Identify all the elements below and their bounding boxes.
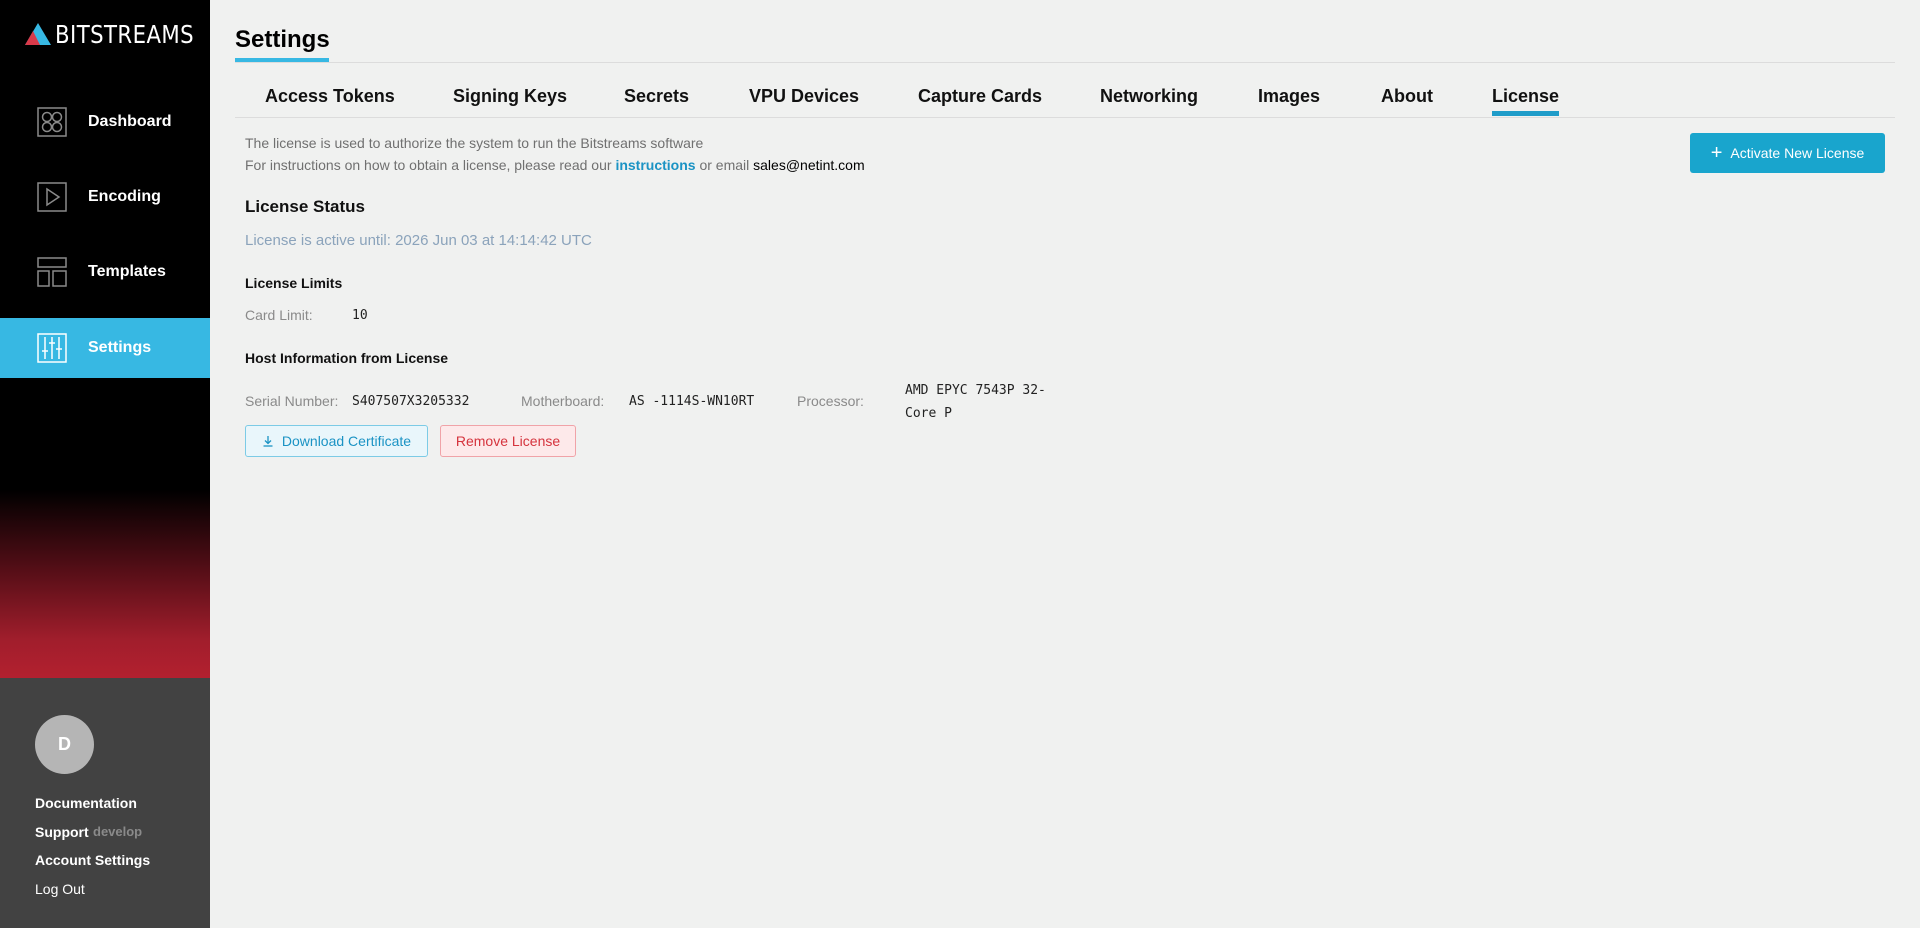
download-certificate-button[interactable]: Download Certificate: [245, 425, 428, 457]
tab-license[interactable]: License: [1492, 86, 1560, 116]
tab-about[interactable]: About: [1381, 86, 1433, 107]
sidebar-item-encoding[interactable]: Encoding: [0, 167, 210, 227]
dashboard-icon: [37, 107, 67, 137]
sidebar-item-templates[interactable]: Templates: [0, 242, 210, 302]
serial-number-label: Serial Number:: [245, 393, 339, 409]
motherboard-value: AS -1114S-WN10RT: [629, 394, 755, 409]
license-description: The license is used to authorize the sys…: [245, 135, 704, 151]
sidebar-item-label: Settings: [88, 339, 152, 356]
avatar[interactable]: D: [35, 715, 94, 774]
sidebar-gradient: [0, 490, 210, 678]
sidebar-item-label: Dashboard: [88, 113, 172, 130]
environment-tag: develop: [93, 824, 143, 839]
settings-tabs: Access Tokens Signing Keys Secrets VPU D…: [235, 86, 1895, 118]
page-title: Settings: [235, 26, 330, 53]
tab-signing-keys[interactable]: Signing Keys: [453, 86, 567, 107]
tab-images[interactable]: Images: [1258, 86, 1320, 107]
host-information-heading: Host Information from License: [245, 350, 449, 366]
activate-new-license-button[interactable]: + Activate New License: [1690, 133, 1885, 173]
download-button-label: Download Certificate: [281, 433, 412, 449]
tab-capture-cards[interactable]: Capture Cards: [918, 86, 1042, 107]
card-limit-label: Card Limit:: [245, 307, 313, 323]
layout-icon: [37, 257, 67, 287]
sliders-icon: [37, 333, 67, 363]
sidebar-user-panel: D Documentation Support develop Account …: [0, 678, 210, 928]
divider: [235, 62, 1895, 63]
sidebar-item-dashboard[interactable]: Dashboard: [0, 92, 210, 152]
brand-name: BITSTREAMS: [55, 19, 195, 49]
remove-license-button[interactable]: Remove License: [440, 425, 576, 457]
license-status-heading: License Status: [245, 197, 365, 216]
sidebar-item-label: Encoding: [88, 188, 161, 205]
activate-button-label: Activate New License: [1730, 145, 1865, 161]
download-icon: [263, 436, 273, 447]
sidebar-item-label: Templates: [88, 263, 166, 280]
card-limit-value: 10: [352, 308, 368, 323]
processor-label: Processor:: [797, 393, 864, 409]
tab-access-tokens[interactable]: Access Tokens: [265, 86, 395, 107]
plus-icon: +: [1710, 142, 1723, 164]
instructions-link[interactable]: instructions: [615, 157, 695, 173]
sidebar-item-settings[interactable]: Settings: [0, 318, 210, 378]
sales-email: sales@netint.com: [753, 157, 865, 173]
instructions-prefix: For instructions on how to obtain a lice…: [245, 157, 616, 173]
tab-secrets[interactable]: Secrets: [624, 86, 689, 107]
logout-link[interactable]: Log Out: [35, 881, 85, 897]
documentation-link[interactable]: Documentation: [35, 795, 137, 811]
account-settings-link[interactable]: Account Settings: [35, 852, 150, 868]
license-limits-heading: License Limits: [245, 275, 343, 291]
brand-logo[interactable]: BITSTREAMS: [23, 18, 210, 50]
tab-vpu-devices[interactable]: VPU Devices: [749, 86, 859, 107]
sidebar: BITSTREAMS Dashboard Encoding Templates: [0, 0, 210, 928]
processor-value-line1: AMD EPYC 7543P 32-: [905, 383, 1046, 398]
support-link[interactable]: Support: [35, 824, 89, 840]
instructions-mid: or email: [695, 157, 754, 173]
bitstreams-logo-icon: [25, 23, 51, 45]
motherboard-label: Motherboard:: [521, 393, 605, 409]
tab-networking[interactable]: Networking: [1100, 86, 1198, 107]
divider: [235, 117, 1895, 118]
remove-button-label: Remove License: [455, 433, 561, 449]
serial-number-value: S407507X3205332: [352, 394, 470, 409]
license-instructions: For instructions on how to obtain a lice…: [245, 157, 865, 173]
processor-value-line2: Core P: [905, 406, 952, 421]
license-status-text: License is active until: 2026 Jun 03 at …: [245, 232, 592, 249]
play-icon: [37, 182, 67, 212]
